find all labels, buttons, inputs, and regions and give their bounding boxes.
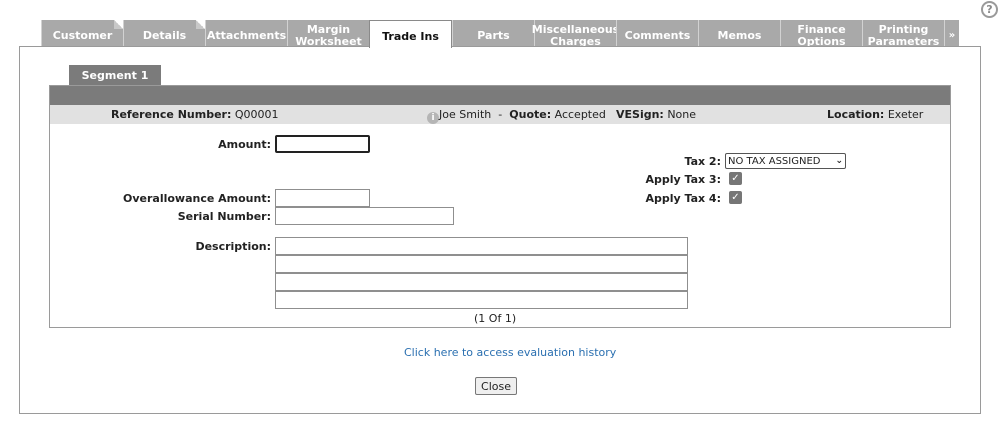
description-line-3[interactable] [275, 273, 688, 291]
apply-tax3-label: Apply Tax 3: [645, 173, 721, 186]
tab-label: Comments [624, 28, 691, 42]
tab-label: Details [142, 28, 187, 42]
tab-trade-ins[interactable]: Trade Ins [369, 20, 452, 48]
tab-label: Finance Options [797, 22, 846, 48]
tab-customer[interactable]: Customer [41, 20, 123, 47]
tab-label: Attachments [206, 28, 287, 42]
tab-finance-options[interactable]: Finance Options [780, 20, 862, 47]
reference-number: Reference Number: Q00001 [111, 108, 279, 121]
tab-label: Parts [477, 28, 510, 42]
description-label: Description: [195, 240, 271, 253]
tab-memos[interactable]: Memos [698, 20, 780, 47]
tax2-selected-value: NO TAX ASSIGNED [728, 155, 821, 167]
help-icon[interactable]: ? [981, 1, 998, 18]
user-info: i Joe Smith - Quote: Accepted [427, 108, 606, 124]
evaluation-history-link[interactable]: Click here to access evaluation history [404, 346, 616, 359]
info-icon[interactable]: i [427, 112, 439, 124]
tax2-select[interactable]: NO TAX ASSIGNED ⌄ [725, 153, 846, 169]
user-name: Joe Smith [439, 108, 492, 121]
segment-pager: (1 Of 1) [474, 312, 517, 325]
chevron-down-icon: ⌄ [835, 156, 843, 166]
segment-header-bar [50, 86, 950, 105]
tab-margin-worksheet[interactable]: Margin Worksheet [287, 20, 369, 47]
apply-tax3-checkbox[interactable]: ✓ [729, 172, 742, 185]
tabs-scroll-right-icon[interactable]: » [944, 20, 959, 47]
apply-tax4-label: Apply Tax 4: [645, 192, 721, 205]
description-line-2[interactable] [275, 255, 688, 273]
info-bar: Reference Number: Q00001 i Joe Smith - Qu… [50, 105, 950, 124]
tab-attachments[interactable]: Attachments [205, 20, 287, 47]
apply-tax4-checkbox[interactable]: ✓ [729, 191, 742, 204]
amount-label: Amount: [218, 138, 271, 151]
tab-label: Miscellaneous Charges [531, 22, 620, 48]
tab-label: Printing Parameters [867, 22, 940, 48]
tab-parts[interactable]: Parts [452, 20, 534, 47]
tab-printing-parameters[interactable]: Printing Parameters [862, 20, 944, 47]
vesign: VESign: None [616, 108, 697, 121]
description-line-1[interactable] [275, 237, 688, 255]
tab-comments[interactable]: Comments [616, 20, 698, 47]
segment-tab[interactable]: Segment 1 [69, 65, 161, 86]
tab-label: Trade Ins [382, 29, 439, 43]
overallowance-label: Overallowance Amount: [122, 192, 271, 205]
amount-input[interactable] [275, 135, 370, 153]
tab-label: Customer [52, 28, 113, 42]
tab-miscellaneous-charges[interactable]: Miscellaneous Charges [531, 20, 620, 48]
tab-details[interactable]: Details [123, 20, 205, 47]
tab-label: Memos [717, 28, 762, 42]
serial-number-label: Serial Number: [177, 210, 271, 223]
tax2-label: Tax 2: [684, 155, 722, 168]
description-line-4[interactable] [275, 291, 688, 309]
overallowance-input[interactable] [275, 189, 370, 207]
serial-number-input[interactable] [275, 207, 454, 225]
close-button[interactable]: Close [475, 377, 517, 395]
location: Location: Exeter [827, 108, 924, 121]
quote-status: Accepted [554, 108, 606, 121]
tab-label: Margin Worksheet [295, 22, 362, 48]
